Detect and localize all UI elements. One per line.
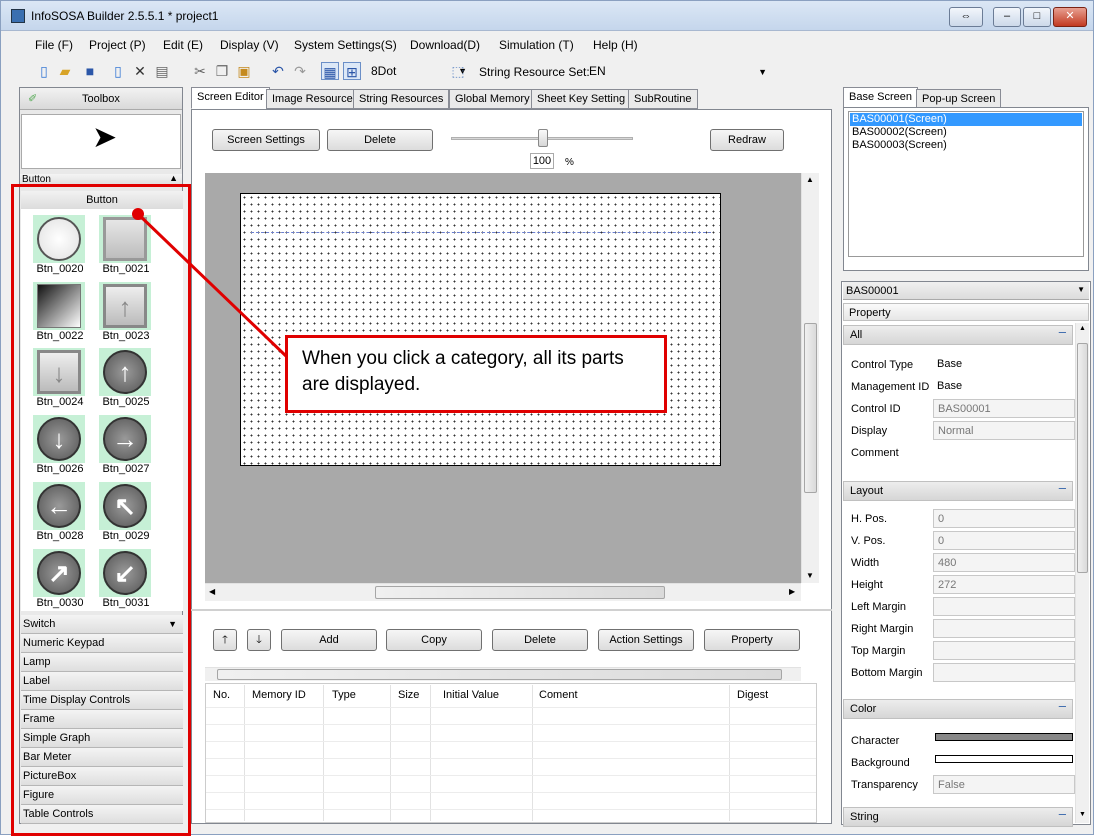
callout-box: When you click a category, all its parts…	[285, 335, 667, 413]
callout-pointer	[132, 208, 289, 359]
app-window: InfoSOSA Builder 2.5.5.1 * project1 ⇔ – …	[0, 0, 1094, 836]
